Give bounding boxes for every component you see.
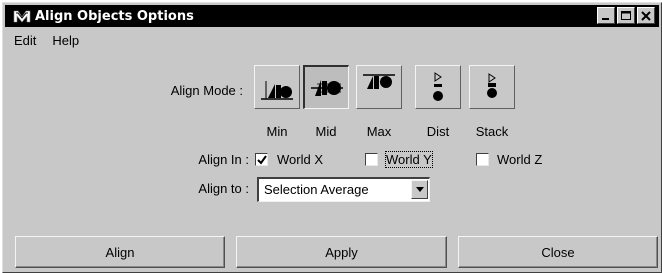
maya-icon[interactable] — [11, 7, 33, 25]
distribute-button[interactable] — [415, 65, 461, 109]
close-button[interactable]: Close — [458, 236, 658, 268]
dropdown-arrow-icon[interactable] — [411, 180, 428, 199]
menu-help[interactable]: Help — [43, 33, 86, 48]
close-icon[interactable] — [637, 7, 655, 24]
mode-label-max: Max — [366, 124, 392, 139]
apply-button[interactable]: Apply — [236, 236, 447, 268]
minimize-icon[interactable] — [597, 7, 615, 24]
world-z-checkbox[interactable] — [476, 153, 489, 166]
menu-edit[interactable]: Edit — [5, 33, 43, 48]
checkmark-icon — [256, 154, 267, 165]
mode-label-dist: Dist — [426, 124, 450, 139]
align-to-label: Align to : — [198, 181, 249, 196]
world-y-checkbox[interactable] — [365, 153, 378, 166]
world-x-label[interactable]: World X — [277, 152, 323, 167]
align-to-dropdown[interactable]: Selection Average — [257, 177, 430, 202]
mode-label-stack: Stack — [475, 124, 509, 139]
world-y-label[interactable]: World Y — [385, 151, 433, 168]
stack-icon — [487, 73, 497, 98]
mode-label-min: Min — [266, 124, 288, 139]
align-in-label: Align In : — [198, 152, 249, 167]
align-max-icon — [363, 74, 395, 89]
align-max-button[interactable] — [356, 65, 402, 109]
align-objects-options-window: Align Objects Options Edit Help Align Mo… — [2, 2, 662, 273]
maximize-icon[interactable] — [617, 7, 635, 24]
world-z-label[interactable]: World Z — [497, 152, 542, 167]
align-mid-icon — [310, 79, 343, 96]
align-mode-label: Align Mode : — [170, 83, 243, 98]
window-title: Align Objects Options — [35, 8, 194, 24]
menu-bar: Edit Help — [5, 30, 659, 50]
align-min-button[interactable] — [254, 65, 300, 109]
align-button[interactable]: Align — [15, 236, 225, 268]
align-to-value: Selection Average — [264, 182, 369, 197]
title-bar[interactable]: Align Objects Options — [5, 5, 659, 27]
mode-label-mid: Mid — [315, 124, 337, 139]
world-x-checkbox[interactable] — [255, 153, 268, 166]
align-mid-button[interactable] — [303, 65, 349, 109]
distribute-icon — [433, 72, 443, 101]
stack-button[interactable] — [469, 65, 515, 109]
align-min-icon — [261, 81, 293, 100]
